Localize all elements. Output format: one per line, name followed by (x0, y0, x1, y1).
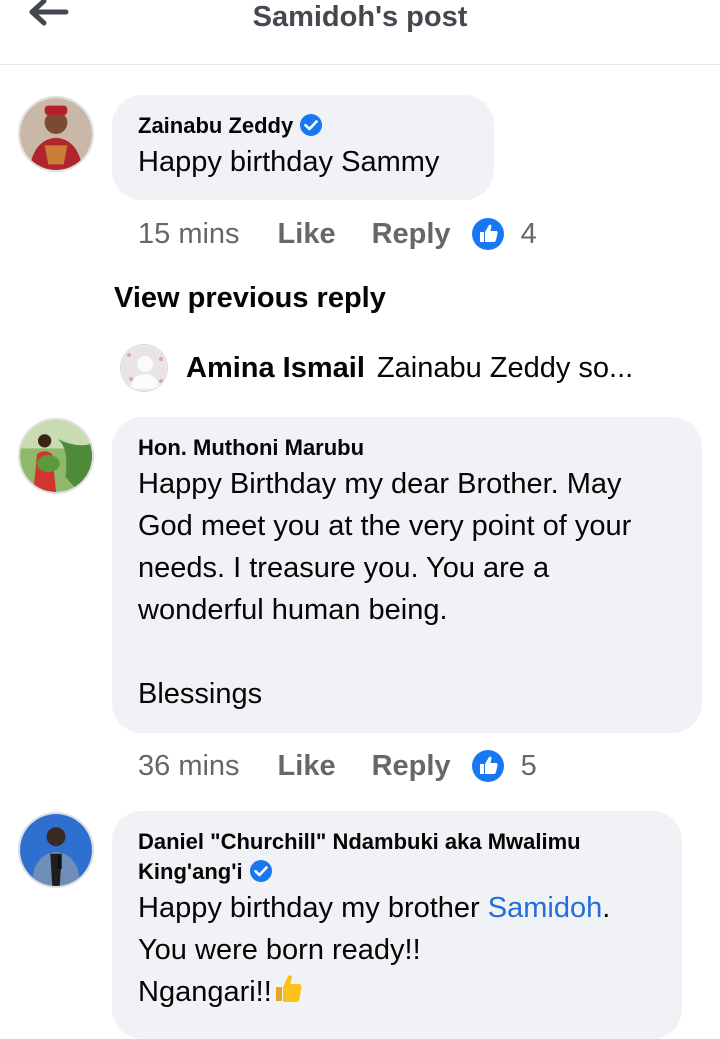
comment-actions: 15 mins Like Reply 4 (138, 214, 537, 254)
reaction-count[interactable]: 4 (521, 218, 537, 251)
avatar[interactable] (120, 344, 168, 392)
verified-badge-icon (300, 114, 323, 136)
thumbs-up-emoji-icon (275, 975, 302, 1002)
reply-snippet: Zainabu Zeddy so... (376, 351, 634, 384)
like-button[interactable]: Like (278, 750, 336, 783)
like-button[interactable]: Like (278, 218, 336, 251)
page-title: Samidoh's post (252, 1, 468, 33)
mention-link[interactable]: Samidoh (488, 892, 602, 924)
view-previous-reply-link[interactable]: View previous reply (114, 282, 386, 315)
avatar-image (20, 420, 92, 492)
comment-text-start: Happy birthday my brother (138, 892, 488, 924)
reply-preview[interactable]: Amina Ismail Zainabu Zeddy so... (120, 343, 633, 393)
comment-author[interactable]: Zainabu Zeddy (138, 111, 468, 141)
comment-bubble[interactable]: Daniel "Churchill" Ndambuki aka Mwalimu … (112, 811, 682, 1039)
comment-text-word: Ngangari!! (138, 976, 272, 1008)
verified-badge-icon (249, 860, 272, 882)
author-name[interactable]: Daniel "Churchill" Ndambuki aka Mwalimu … (138, 829, 581, 884)
reply-author[interactable]: Amina Ismail (186, 352, 365, 385)
author-name[interactable]: Zainabu Zeddy (138, 113, 293, 138)
post-header: Samidoh's post (0, 0, 720, 65)
reaction-count[interactable]: 5 (521, 750, 537, 783)
reply-button[interactable]: Reply (372, 218, 451, 251)
avatar[interactable] (18, 96, 94, 172)
avatar-image (20, 814, 92, 886)
comment-bubble[interactable]: Zainabu Zeddy Happy birthday Sammy (112, 95, 494, 200)
comment-author[interactable]: Daniel "Churchill" Ndambuki aka Mwalimu … (138, 827, 656, 887)
comment-time: 36 mins (138, 749, 240, 782)
default-avatar-icon (121, 345, 167, 391)
like-thumb-icon (471, 750, 504, 782)
comment-bubble[interactable]: Hon. Muthoni Marubu Happy Birthday my de… (112, 417, 702, 733)
reply-button[interactable]: Reply (372, 750, 451, 783)
comment-text-line: Ngangari!! (138, 971, 656, 1013)
comment-text: Happy birthday Sammy (138, 146, 440, 178)
avatar[interactable] (18, 812, 94, 888)
comment-text-line: You were born ready!! (138, 934, 421, 966)
comment-time: 15 mins (138, 217, 240, 250)
avatar-image (20, 98, 92, 170)
comment-text: Happy Birthday my dear Brother. May God … (138, 468, 640, 626)
avatar[interactable] (18, 418, 94, 494)
comment-actions: 36 mins Like Reply 5 (138, 746, 537, 786)
like-thumb-icon (471, 218, 504, 250)
comment-text-end: . (602, 892, 611, 924)
comment-text-closing: Blessings (138, 678, 263, 710)
comment-text: Happy birthday my brother Samidoh. (138, 887, 656, 929)
comment-author[interactable]: Hon. Muthoni Marubu (138, 433, 676, 463)
